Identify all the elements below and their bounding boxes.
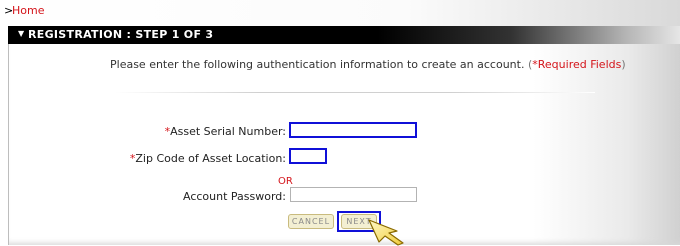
section-header: ▼ REGISTRATION : STEP 1 OF 3 <box>8 26 680 44</box>
divider <box>115 92 595 93</box>
required-fields-label: Required Fields <box>537 58 622 71</box>
breadcrumb: > Home <box>0 0 680 26</box>
breadcrumb-home-link[interactable]: Home <box>12 4 44 17</box>
required-fields-note: (*Required Fields) <box>527 58 626 71</box>
or-separator: OR <box>278 176 293 187</box>
intro-message: Please enter the following authenticatio… <box>110 58 525 71</box>
caret-down-icon[interactable]: ▼ <box>18 29 24 38</box>
password-label: Account Password: <box>183 190 286 203</box>
intro-text: Please enter the following authenticatio… <box>110 58 626 71</box>
serial-number-label: *Asset Serial Number: <box>158 125 286 138</box>
serial-number-field[interactable] <box>289 122 417 138</box>
serial-number-label-text: Asset Serial Number: <box>170 125 286 138</box>
cursor-arrow-icon <box>368 219 404 246</box>
cancel-button[interactable]: CANCEL <box>288 214 334 229</box>
zip-code-label: *Zip Code of Asset Location: <box>128 152 286 165</box>
zip-code-field[interactable] <box>289 148 327 164</box>
page-title: REGISTRATION : STEP 1 OF 3 <box>28 28 214 41</box>
zip-code-label-text: Zip Code of Asset Location: <box>135 152 286 165</box>
account-password-field[interactable] <box>290 187 417 202</box>
